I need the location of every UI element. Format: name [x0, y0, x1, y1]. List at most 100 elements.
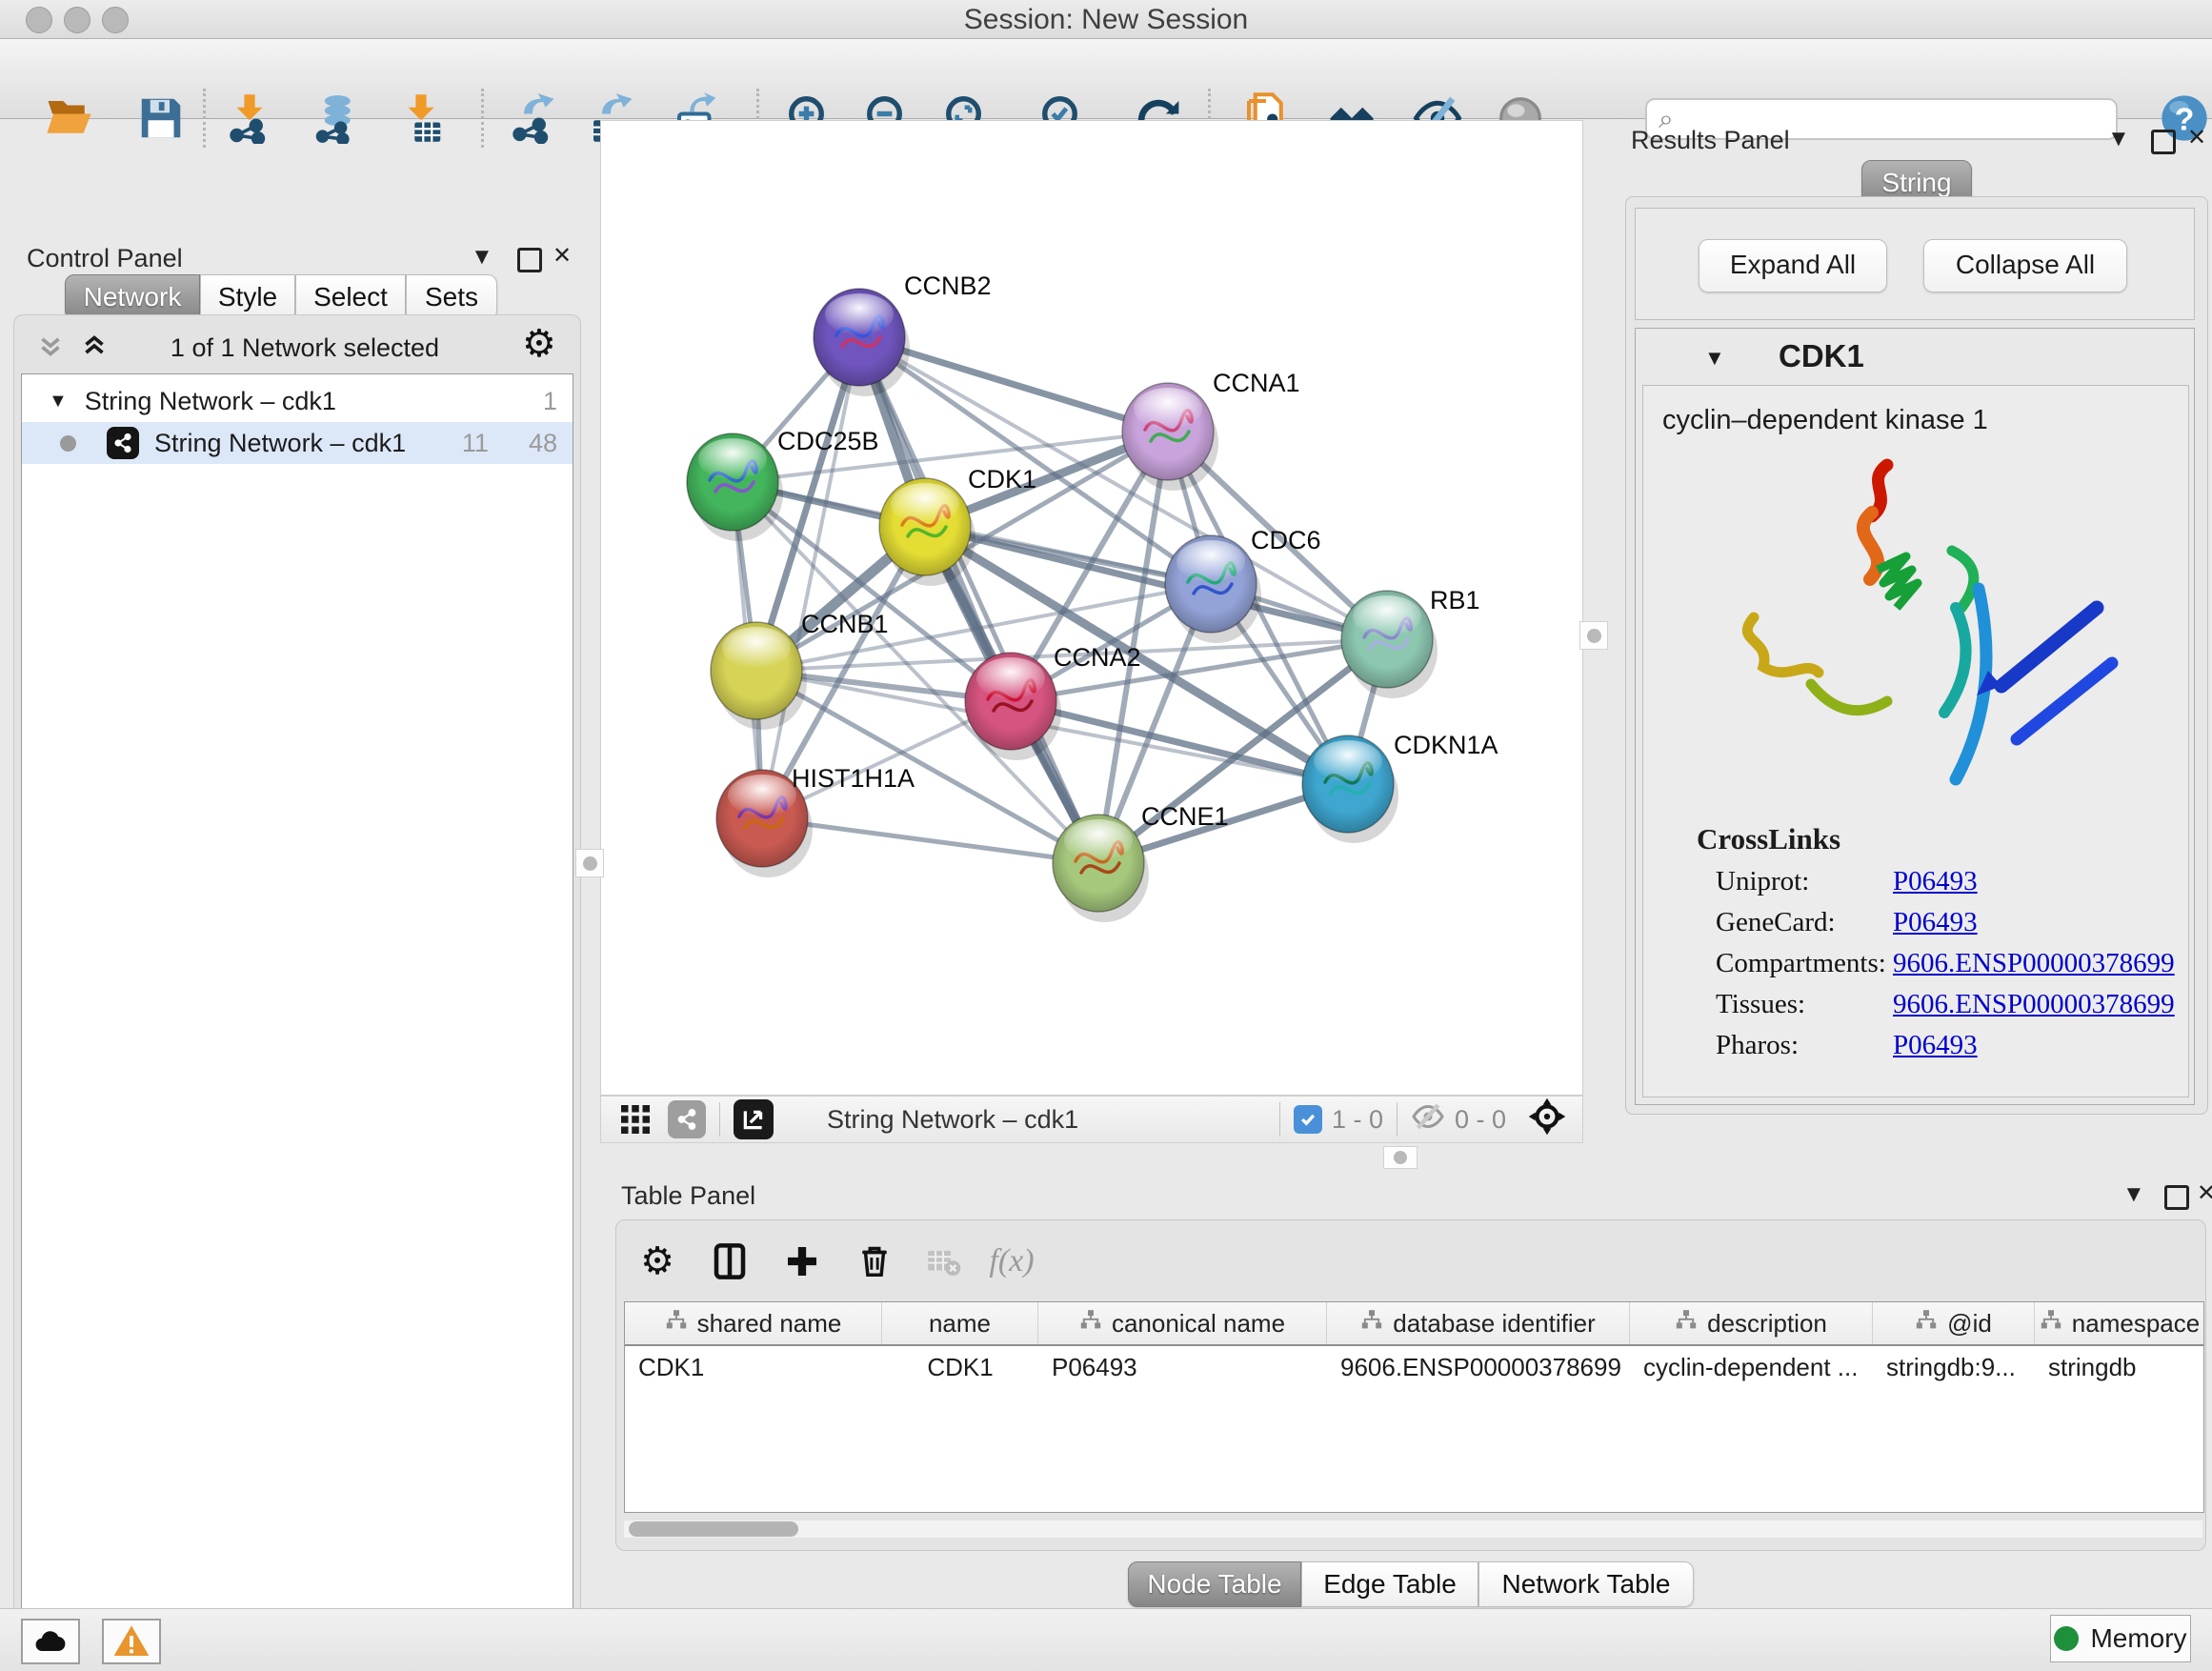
- tab-style[interactable]: Style: [200, 274, 295, 320]
- table-horizontal-scrollbar[interactable]: [624, 1520, 2202, 1538]
- crosslink-link[interactable]: P06493: [1893, 1030, 1978, 1061]
- edge-CCNB2-HIST1H1A[interactable]: [762, 337, 859, 818]
- table-cell[interactable]: cyclin-dependent ...: [1630, 1346, 1873, 1388]
- network-graph[interactable]: CCNB2CCNA1CDC25BCDK1CDC6RB1CCNB1CCNA2CDK…: [601, 121, 1582, 1095]
- panel-close-icon[interactable]: ✕: [553, 243, 572, 270]
- tab-edge-table[interactable]: Edge Table: [1301, 1561, 1478, 1607]
- table-row[interactable]: CDK1CDK1P064939606.ENSP00000378699cyclin…: [625, 1346, 2203, 1388]
- node-CDK1[interactable]: [879, 478, 975, 586]
- grid-view-icon[interactable]: [618, 1099, 653, 1140]
- toolbar-separator: [1397, 1102, 1398, 1137]
- panel-menu-icon[interactable]: ▼: [471, 244, 493, 271]
- collapse-all-button[interactable]: Collapse All: [1923, 239, 2127, 292]
- tab-node-table[interactable]: Node Table: [1128, 1561, 1301, 1607]
- column-header-name[interactable]: name: [882, 1302, 1038, 1344]
- panel-float-icon[interactable]: [517, 248, 542, 272]
- open-in-window-icon[interactable]: [734, 1099, 774, 1139]
- crosslink-label: Tissues:: [1716, 989, 1893, 1020]
- panel-close-icon[interactable]: ✕: [2197, 1180, 2212, 1207]
- node-CCNB2[interactable]: [814, 289, 910, 396]
- memory-button[interactable]: Memory: [2050, 1615, 2191, 1662]
- hidden-eye-icon[interactable]: [1411, 1099, 1445, 1140]
- toolbar-separator: [719, 1102, 720, 1137]
- crosslinks-list: Uniprot:P06493GeneCard:P06493Compartment…: [1643, 866, 2188, 1061]
- gene-name: CDK1: [1779, 338, 1864, 374]
- add-column-icon[interactable]: [775, 1235, 829, 1288]
- node-label-CCNA1: CCNA1: [1213, 369, 1300, 397]
- node-CCNA1[interactable]: [1122, 383, 1218, 491]
- network-options-gear-icon[interactable]: ⚙: [522, 322, 556, 366]
- disclosure-triangle-icon[interactable]: ▼: [1704, 346, 1725, 371]
- network-collection-row[interactable]: ▼ String Network – cdk1 1: [22, 380, 573, 422]
- network-status-dot-icon: [60, 435, 76, 452]
- expand-all-button[interactable]: Expand All: [1699, 239, 1887, 292]
- left-splitter-handle[interactable]: [575, 849, 604, 877]
- node-RB1[interactable]: [1341, 591, 1438, 698]
- collapse-all-icon[interactable]: [34, 330, 67, 367]
- cloud-icon[interactable]: [21, 1619, 80, 1664]
- tab-sets[interactable]: Sets: [406, 274, 497, 320]
- column-header-database-identifier[interactable]: database identifier: [1327, 1302, 1630, 1344]
- panel-float-icon[interactable]: [2151, 130, 2176, 154]
- panel-float-icon[interactable]: [2164, 1185, 2189, 1210]
- table-cell[interactable]: CDK1: [882, 1346, 1038, 1388]
- selected-count: 1 - 0: [1332, 1105, 1383, 1135]
- network-tree: ▼ String Network – cdk1 1 String Network…: [21, 373, 573, 1671]
- table-cell[interactable]: 9606.ENSP00000378699: [1327, 1346, 1630, 1388]
- node-CCNA2[interactable]: [965, 653, 1061, 760]
- crosslink-row: Tissues:9606.ENSP00000378699: [1716, 989, 2188, 1020]
- node-table[interactable]: shared namenamecanonical namedatabase id…: [624, 1301, 2204, 1513]
- tab-network-table[interactable]: Network Table: [1478, 1561, 1694, 1607]
- panel-menu-icon[interactable]: ▼: [2122, 1181, 2145, 1208]
- node-CDC25B[interactable]: [687, 433, 783, 541]
- node-CDC6[interactable]: [1165, 535, 1261, 643]
- node-label-RB1: RB1: [1430, 586, 1480, 614]
- memory-status-dot: [2054, 1626, 2079, 1651]
- results-button-bar: Expand All Collapse All: [1635, 208, 2195, 320]
- table-gear-icon[interactable]: ⚙: [631, 1235, 684, 1288]
- column-header-namespace[interactable]: namespace: [2035, 1302, 2204, 1344]
- column-header-canonical-name[interactable]: canonical name: [1038, 1302, 1327, 1344]
- tab-select[interactable]: Select: [295, 274, 406, 320]
- network-row-selected[interactable]: String Network – cdk1 11 48: [22, 422, 573, 464]
- collection-label: String Network – cdk1: [85, 387, 336, 416]
- fit-selected-icon[interactable]: [1527, 1097, 1567, 1143]
- share-view-icon[interactable]: [668, 1100, 706, 1138]
- control-panel-title: Control Panel: [27, 244, 183, 273]
- crosslink-row: Uniprot:P06493: [1716, 866, 2188, 897]
- right-splitter-handle[interactable]: [1579, 621, 1608, 650]
- column-header--id[interactable]: @id: [1873, 1302, 2035, 1344]
- warning-icon[interactable]: [102, 1619, 161, 1664]
- columns-icon[interactable]: [703, 1235, 756, 1288]
- expand-all-icon[interactable]: [78, 330, 111, 367]
- function-builder-icon[interactable]: f(x): [985, 1235, 1038, 1288]
- column-header-description[interactable]: description: [1630, 1302, 1873, 1344]
- node-CDKN1A[interactable]: [1302, 735, 1398, 843]
- table-cell[interactable]: CDK1: [625, 1346, 882, 1388]
- crosslink-link[interactable]: P06493: [1893, 907, 1978, 938]
- crosslink-link[interactable]: P06493: [1893, 866, 1978, 897]
- selected-checkbox-icon[interactable]: [1294, 1105, 1322, 1134]
- crosslink-link[interactable]: 9606.ENSP00000378699: [1893, 948, 2175, 979]
- network-selection-status: 1 of 1 Network selected: [143, 333, 467, 363]
- network-view[interactable]: CCNB2CCNA1CDC25BCDK1CDC6RB1CCNB1CCNA2CDK…: [600, 120, 1583, 1096]
- disclosure-triangle-icon[interactable]: ▼: [49, 391, 68, 413]
- panel-menu-icon[interactable]: ▼: [2107, 126, 2130, 152]
- panel-close-icon[interactable]: ✕: [2187, 125, 2206, 151]
- delete-column-icon[interactable]: [848, 1235, 901, 1288]
- node-label-CDKN1A: CDKN1A: [1394, 731, 1498, 759]
- tab-network[interactable]: Network: [65, 274, 200, 320]
- node-CCNE1[interactable]: [1053, 815, 1149, 922]
- table-cell[interactable]: stringdb: [2035, 1346, 2204, 1388]
- table-cell[interactable]: P06493: [1038, 1346, 1327, 1388]
- crosslink-link[interactable]: 9606.ENSP00000378699: [1893, 989, 2175, 1020]
- delete-table-icon[interactable]: [916, 1235, 970, 1288]
- crosslink-row: GeneCard:P06493: [1716, 907, 2188, 938]
- table-cell[interactable]: stringdb:9...: [1873, 1346, 2035, 1388]
- bottom-splitter-handle[interactable]: [1383, 1146, 1418, 1169]
- main-toolbar: ⌕ ?: [0, 39, 2212, 119]
- column-header-shared-name[interactable]: shared name: [625, 1302, 882, 1344]
- window-title: Session: New Session: [0, 4, 2212, 36]
- edge-HIST1H1A-CCNE1[interactable]: [762, 818, 1098, 863]
- scrollbar-thumb[interactable]: [629, 1521, 798, 1537]
